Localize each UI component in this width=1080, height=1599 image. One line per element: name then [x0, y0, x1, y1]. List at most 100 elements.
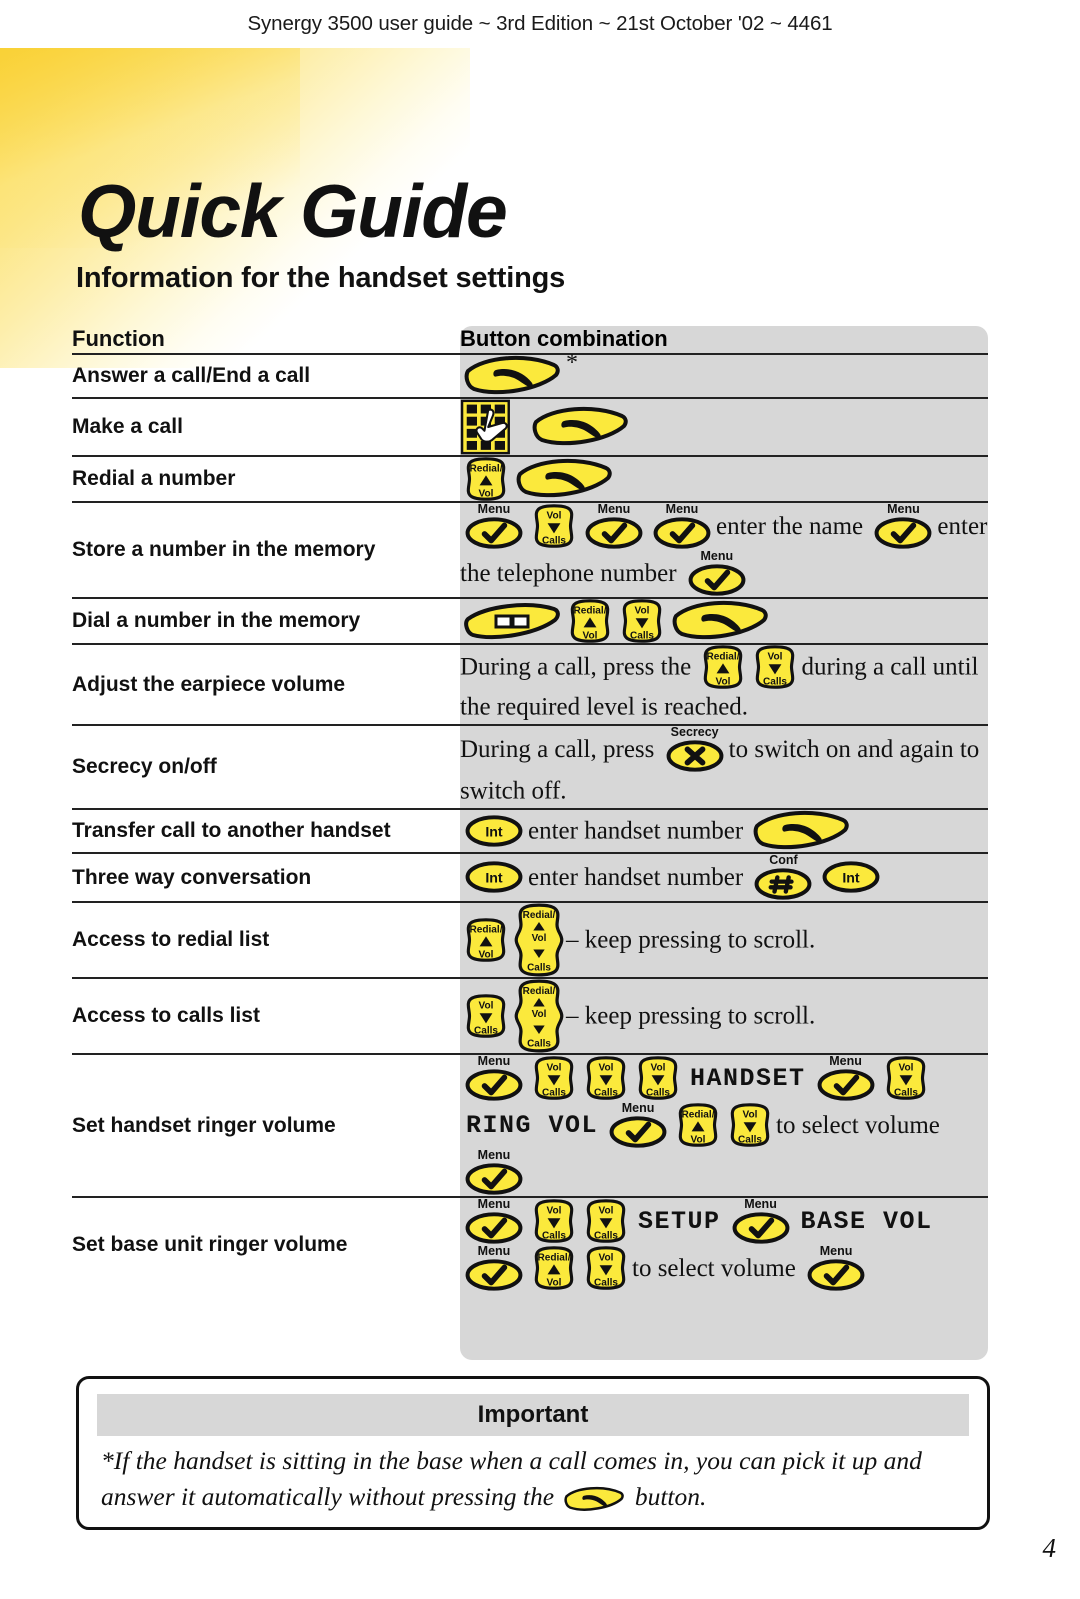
talk-key-icon: [464, 355, 560, 397]
vol-calls-down-key-icon: Vol Calls: [582, 1199, 630, 1244]
key-cap-label: Menu: [819, 1243, 853, 1258]
key-cap-label: Menu: [477, 1196, 511, 1211]
svg-text:Vol: Vol: [898, 1063, 913, 1074]
redial-vol-calls-rocker-key-icon: Redial/ Vol Calls: [514, 979, 564, 1053]
svg-text:Calls: Calls: [527, 962, 551, 973]
svg-text:Vol: Vol: [479, 488, 494, 499]
svg-text:Vol: Vol: [635, 605, 650, 616]
int-key-icon: Int: [463, 860, 525, 894]
vol-calls-down-key-icon: Vol Calls: [462, 994, 510, 1038]
function-label: Adjust the earpiece volume: [72, 642, 460, 725]
svg-text:Calls: Calls: [594, 1088, 618, 1099]
function-label: Transfer call to another handset: [72, 807, 460, 853]
button-combination-cell: During a call, press the Redial/ Vol Vol…: [460, 642, 988, 725]
svg-text:Redial/: Redial/: [537, 1253, 570, 1264]
menu-ok-key-icon: Menu: [686, 548, 748, 597]
function-label: Access to redial list: [72, 900, 460, 978]
key-cap-label: Menu: [597, 501, 631, 516]
table-row: Set base unit ringer volume Menu Vol Cal…: [72, 1195, 988, 1292]
svg-text:Vol: Vol: [599, 1253, 614, 1264]
menu-ok-key-icon: Menu: [463, 1147, 525, 1196]
table-row: Redial a number Redial/ Vol: [72, 454, 988, 502]
svg-text:Vol: Vol: [768, 651, 783, 662]
button-combination-cell: Menu Vol Calls Vol Calls Vol Calls HANDS…: [460, 1052, 988, 1197]
vol-calls-down-key-icon: Vol Calls: [530, 1199, 578, 1244]
footnote-asterisk: *: [566, 349, 578, 376]
page-subtitle: Information for the handset settings: [76, 262, 566, 294]
key-cap-label: Menu: [621, 1100, 655, 1115]
key-cap-label: Menu: [477, 1147, 511, 1162]
svg-text:Vol: Vol: [651, 1063, 666, 1074]
table-row: Three way conversation Int enter handset…: [72, 851, 988, 902]
instruction-text: enter handset number: [528, 863, 744, 891]
table-row: Access to calls list Vol Calls Redial/ V…: [72, 976, 988, 1054]
svg-text:Vol: Vol: [547, 1063, 562, 1074]
svg-text:Vol: Vol: [743, 1110, 758, 1121]
menu-ok-key-icon: Menu: [872, 502, 934, 550]
key-cap-label: Secrecy: [670, 724, 719, 739]
svg-text:Vol: Vol: [691, 1135, 706, 1146]
svg-text:Vol: Vol: [547, 511, 562, 522]
redial-vol-calls-rocker-key-icon: Redial/ Vol Calls: [514, 903, 564, 977]
talk-key-icon: [560, 1482, 628, 1511]
button-combination-cell: Redial/ Vol Vol Calls: [460, 596, 988, 644]
vol-calls-down-key-icon: Vol Calls: [582, 1056, 630, 1101]
talk-key-icon: [532, 406, 628, 448]
important-note-text-after: button.: [634, 1482, 707, 1512]
table-row: Access to redial list Redial/ Vol Redial…: [72, 900, 988, 978]
svg-text:Vol: Vol: [547, 1278, 562, 1289]
important-note-heading-bar: Important: [97, 1394, 969, 1436]
svg-text:Redial/: Redial/: [573, 605, 606, 616]
key-cap-label: Menu: [477, 501, 511, 516]
key-cap-label: Menu: [477, 1243, 511, 1258]
svg-text:Vol: Vol: [583, 630, 598, 641]
quick-guide-table: Function Button combination Answer a call/…: [72, 326, 988, 1360]
svg-text:Redial/: Redial/: [523, 910, 556, 921]
svg-text:Calls: Calls: [630, 630, 654, 641]
svg-text:Vol: Vol: [532, 933, 547, 944]
table-header-row: Function Button combination: [72, 326, 988, 354]
instruction-text: enter handset number: [528, 817, 744, 845]
button-combination-cell: Redial/ Vol Redial/ Vol Calls – keep pre…: [460, 900, 988, 978]
vol-calls-down-key-icon: Vol Calls: [882, 1056, 930, 1101]
key-cap-label: Conf: [769, 852, 798, 867]
key-cap-label: Menu: [477, 1053, 511, 1068]
svg-text:Vol: Vol: [599, 1063, 614, 1074]
function-label: Store a number in the memory: [72, 500, 460, 598]
important-note-text-before: *If the handset is sitting in the base w…: [101, 1446, 922, 1512]
redial-vol-up-key-icon: Redial/ Vol: [462, 918, 510, 962]
menu-ok-key-icon: Menu: [583, 501, 645, 550]
instruction-text: to select volume: [776, 1111, 940, 1139]
lcd-display-text: SETUP: [638, 1206, 721, 1236]
table-row: Dial a number in the memory Redial/ Vol …: [72, 596, 988, 644]
menu-ok-key-icon: Menu: [805, 1243, 867, 1292]
function-label: Secrecy on/off: [72, 723, 460, 809]
instruction-text: – keep pressing to scroll.: [566, 1002, 816, 1030]
table-row: Make a call: [72, 396, 988, 456]
function-label: Dial a number in the memory: [72, 596, 460, 644]
button-combination-cell: Int enter handset number Conf Int: [460, 851, 988, 902]
function-label: Answer a call/End a call: [72, 352, 460, 398]
svg-text:Redial/: Redial/: [469, 925, 502, 936]
key-cap-label: Menu: [700, 548, 734, 563]
vol-calls-down-key-icon: Vol Calls: [582, 1246, 630, 1291]
svg-text:Calls: Calls: [594, 1278, 618, 1289]
button-combination-cell: Redial/ Vol: [460, 454, 988, 502]
menu-ok-key-icon: Menu: [463, 1196, 525, 1245]
redial-vol-up-key-icon: Redial/ Vol: [530, 1246, 578, 1291]
table-row: Store a number in the memory Menu Vol Ca…: [72, 500, 988, 598]
column-header-function: Function: [72, 326, 165, 351]
button-combination-cell: [460, 396, 988, 456]
svg-text:Calls: Calls: [763, 676, 787, 687]
svg-text:Vol: Vol: [599, 1206, 614, 1217]
int-key-icon: Int: [463, 814, 525, 848]
instruction-text: During a call, press the: [460, 653, 692, 681]
vol-calls-down-key-icon: Vol Calls: [726, 1103, 774, 1148]
button-combination-cell: Int enter handset number: [460, 807, 988, 853]
menu-ok-key-icon: Menu: [463, 1053, 525, 1102]
svg-text:Calls: Calls: [474, 1025, 498, 1036]
vol-calls-down-key-icon: Vol Calls: [530, 1056, 578, 1101]
svg-text:Redial/: Redial/: [469, 463, 502, 474]
svg-text:Vol: Vol: [532, 1009, 547, 1020]
button-combination-cell: Menu Vol Calls Menu Menu enter the name …: [460, 500, 988, 598]
